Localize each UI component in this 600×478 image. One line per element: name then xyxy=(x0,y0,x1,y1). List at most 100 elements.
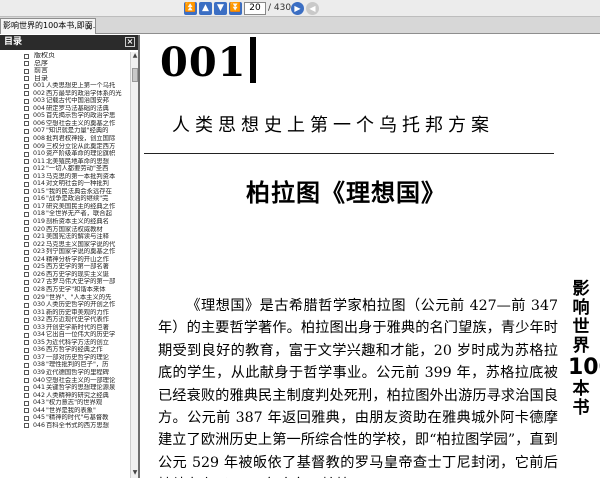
toc-item[interactable]: 042人类精神的研究之经典 xyxy=(0,392,130,400)
toc-item[interactable]: 039近代德国哲学的里程碑 xyxy=(0,369,130,377)
page-icon xyxy=(24,325,29,331)
page-icon xyxy=(24,196,29,202)
toc-item-label: 首先揭示哲学的政治学思 xyxy=(46,112,116,120)
sidebar-title: 目录 xyxy=(4,37,23,47)
toc-item[interactable]: 046百科全书式的西方思想 xyxy=(0,422,130,430)
next-page-button[interactable]: ▼ xyxy=(214,2,227,15)
scroll-down-icon[interactable]: ▼ xyxy=(131,469,138,478)
go-icon[interactable]: ▶ xyxy=(291,2,304,15)
toc-item[interactable]: 008批判君权神授，创立国际 xyxy=(0,135,130,143)
toc-item[interactable]: 002西方最早的政治学体系的光 xyxy=(0,90,130,98)
page-icon xyxy=(24,302,29,308)
toc-item-number: 027 xyxy=(33,278,46,286)
toc-item-label: 精神分析学的开山之作 xyxy=(46,255,109,263)
toc-item-number: 007 xyxy=(33,127,46,135)
toc-item-number: 029 xyxy=(33,293,46,301)
toc-item[interactable]: 015"我的民法典会永远存在 xyxy=(0,188,130,196)
toc-item[interactable]: 044"世界是我的表象" xyxy=(0,407,130,415)
page-icon xyxy=(24,98,29,104)
page-number-input[interactable]: 20 xyxy=(244,2,266,15)
last-page-button[interactable]: ⏬ xyxy=(229,2,242,15)
chapter-number: 001 xyxy=(160,39,247,86)
toc-item[interactable]: 025西方史学的第一部名著 xyxy=(0,263,130,271)
toc-item[interactable]: 007"知识就是力量"经典的 xyxy=(0,127,130,135)
close-tab-icon[interactable]: × xyxy=(85,21,93,34)
toc-item-number: 003 xyxy=(33,97,46,105)
toc-item[interactable]: 016"战争是政治的继续"完 xyxy=(0,195,130,203)
toc-item[interactable]: 036西方哲学的经典之作 xyxy=(0,346,130,354)
toc-item[interactable]: 023列宁国家学说的奠基之作 xyxy=(0,248,130,256)
prev-page-button[interactable]: ▲ xyxy=(199,2,212,15)
toc-item-label: 开创史学新时代的巨著 xyxy=(46,323,109,331)
toc-item[interactable]: 018"全世界无产者，联合起 xyxy=(0,210,130,218)
toc-item[interactable]: 014对文明社会的一种批判 xyxy=(0,180,130,188)
toc-item[interactable]: 目录 xyxy=(0,75,130,83)
toc-item[interactable]: 027古罗马伟大史学的第一部 xyxy=(0,278,130,286)
page-icon xyxy=(24,234,29,240)
toc-item[interactable]: 005首先揭示哲学的政治学思 xyxy=(0,112,130,120)
close-sidebar-icon[interactable]: × xyxy=(125,37,135,47)
scroll-thumb[interactable] xyxy=(132,68,138,82)
toc-item[interactable]: 035为近代科学方法的创立 xyxy=(0,339,130,347)
toc-item-label: 西方最早的政治学体系的光 xyxy=(46,89,122,97)
toc-item[interactable]: 045"精神的时代"与基督教 xyxy=(0,414,130,422)
toc-item[interactable]: 版权页 xyxy=(0,52,130,60)
toc-item-number: 015 xyxy=(33,187,46,195)
toc-item-number: 032 xyxy=(33,316,46,324)
toc-item[interactable]: 040空想社会主义的一部理论 xyxy=(0,377,130,385)
toc-item[interactable]: 009三权分立论从此奠定西方 xyxy=(0,143,130,151)
toc-sidebar: 目录 × 版权页 总序 前言 目录 001人类思想史上第一个乌托 002西方最早的政治学体… xyxy=(0,35,140,478)
toc-item[interactable]: 017研究美国民主的经典之作 xyxy=(0,203,130,211)
page-icon xyxy=(24,264,29,270)
toc-item[interactable]: 011北美殖民地革命的思想 xyxy=(0,158,130,166)
page-icon xyxy=(24,249,29,255)
toc-item[interactable]: 028西方史学"和谐本来体 xyxy=(0,286,130,294)
toc-item[interactable]: 029"世界"、"人本主义的先 xyxy=(0,294,130,302)
document-tab[interactable]: 影响世界的100本书,即面.. × xyxy=(0,18,96,34)
toc-item[interactable]: 019剖析资本主义的经典名 xyxy=(0,218,130,226)
scroll-up-icon[interactable]: ▲ xyxy=(131,52,138,61)
page-icon xyxy=(24,159,29,165)
toc-item[interactable]: 043"权力意志"的世界观 xyxy=(0,399,130,407)
toc-item-number: 041 xyxy=(33,384,46,392)
toc-item[interactable]: 037一部对历史哲学的理论 xyxy=(0,354,130,362)
toc-item[interactable]: 041关键哲学的思想理论源泉 xyxy=(0,384,130,392)
toc-item-label: 人类精神的研究之经典 xyxy=(46,391,109,399)
toc-item[interactable]: 010资产阶级革命的理论旗帜 xyxy=(0,150,130,158)
first-page-button[interactable]: ⏫ xyxy=(184,2,197,15)
toc-item-number: 010 xyxy=(33,150,46,158)
toc-item[interactable]: 026西方史学的现实主义诞 xyxy=(0,271,130,279)
page-icon xyxy=(24,68,29,74)
toc-item[interactable]: 004研定罗马法基础的法典 xyxy=(0,105,130,113)
toc-item[interactable]: 033开创史学新时代的巨著 xyxy=(0,324,130,332)
toc-item[interactable]: 038"理性批判的巨子"，历 xyxy=(0,361,130,369)
toc-item[interactable]: 003记载古代中国治国安邦 xyxy=(0,97,130,105)
chapter-subtitle: 人类思想史上第一个乌托邦方案 xyxy=(172,115,494,136)
toc-item[interactable]: 022马克思主义国家学说的代 xyxy=(0,241,130,249)
toc-item-number: 005 xyxy=(33,112,46,120)
page-icon xyxy=(24,279,29,285)
page-icon xyxy=(24,400,29,406)
toc-item-label: 空想社会主义的一部理论 xyxy=(46,376,116,384)
toc-item[interactable]: 021美国宪法的解读与注释 xyxy=(0,233,130,241)
toc-item[interactable]: 总序 xyxy=(0,60,130,68)
toc-item-number: 004 xyxy=(33,104,46,112)
toc-item[interactable]: 前言 xyxy=(0,67,130,75)
sidebar-scrollbar[interactable]: ▲ ▼ xyxy=(130,52,138,478)
toc-item[interactable]: 006空想社会主义的奠基之作 xyxy=(0,120,130,128)
toc-item[interactable]: 031新的历史审美观的力作 xyxy=(0,309,130,317)
toc-item-number: 037 xyxy=(33,353,46,361)
back-icon[interactable]: ◀ xyxy=(306,2,319,15)
toc-item[interactable]: 030人类历史哲学的开创之作 xyxy=(0,301,130,309)
toc-item[interactable]: 032西方近现代史学代表作 xyxy=(0,316,130,324)
toc-item[interactable]: 034它出自一位伟大的历史学 xyxy=(0,331,130,339)
toc-item[interactable]: 001人类思想史上第一个乌托 xyxy=(0,82,130,90)
toc-item-number: 025 xyxy=(33,263,46,271)
toc-item-label: 美国宪法的解读与注释 xyxy=(46,233,109,241)
toc-item[interactable]: 013马克思的第一本批判资本 xyxy=(0,173,130,181)
toc-item-number: 018 xyxy=(33,210,46,218)
toc-item[interactable]: 020西方国家法权威教材 xyxy=(0,226,130,234)
toc-item[interactable]: 024精神分析学的开山之作 xyxy=(0,256,130,264)
toc-item-number: 042 xyxy=(33,391,46,399)
toc-item[interactable]: 012"一切人都要劳动"圣西 xyxy=(0,165,130,173)
